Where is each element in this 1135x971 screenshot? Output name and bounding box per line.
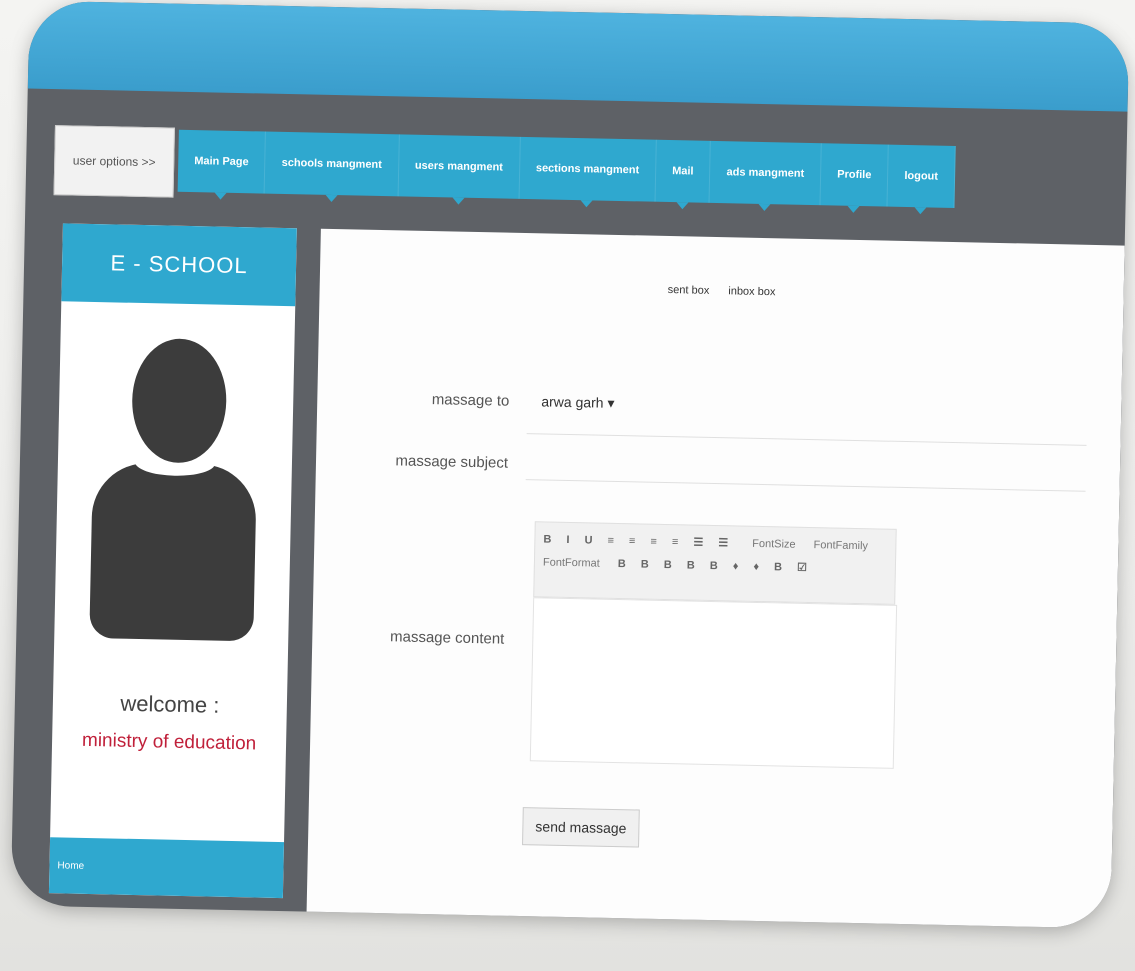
font-family-select[interactable]: FontFamily [813,539,868,552]
message-content-editor[interactable] [529,597,898,769]
send-message-button[interactable]: send massage [522,807,640,848]
recipient-select[interactable]: arwa garh ▾ [541,393,614,412]
font-size-select[interactable]: FontSize [752,537,796,550]
nav-main-page[interactable]: Main Page [177,129,267,194]
divider [526,433,1087,446]
insert-buttons[interactable]: B B B B B ♦ ♦ B ☑ [618,557,813,574]
welcome-text: welcome : [120,690,220,718]
tab-inbox-box[interactable]: inbox box [728,285,775,298]
message-subject-label: massage subject [395,452,509,472]
app-screen: user options >> Main Page schools mangme… [10,0,1130,929]
sidebar-footer-link[interactable]: Home [48,837,285,899]
tab-sent-box[interactable]: sent box [668,284,710,297]
format-buttons[interactable]: B I U ≡ ≡ ≡ ≡ ☰ ☰ [543,532,734,549]
user-options-button[interactable]: user options >> [53,125,175,198]
nav-profile[interactable]: Profile [820,143,890,207]
mail-tabs: sent box inbox box [660,284,784,299]
font-format-select[interactable]: FontFormat [543,556,600,569]
message-content-label: massage content [389,628,505,648]
subject-input[interactable] [525,479,1086,492]
sidebar: E - SCHOOL welcome : ministry of educati… [48,223,297,899]
avatar-head [127,334,231,467]
nav-mail[interactable]: Mail [655,139,712,203]
site-title: E - SCHOOL [61,223,297,307]
nav-schools-management[interactable]: schools mangment [265,131,400,197]
main-nav: Main Page schools mangment users mangmen… [177,129,956,208]
avatar-body [89,462,257,642]
nav-logout[interactable]: logout [887,144,956,208]
nav-ads-management[interactable]: ads mangment [709,140,822,206]
editor-toolbar: B I U ≡ ≡ ≡ ≡ ☰ ☰ FontSize FontFamily Fo… [533,521,897,605]
message-to-label: massage to [431,391,510,410]
nav-users-management[interactable]: users mangment [398,134,521,199]
main-panel: sent box inbox box massage to arwa garh … [306,228,1125,929]
user-avatar-icon [71,322,278,646]
nav-sections-management[interactable]: sections mangment [519,136,657,202]
user-name: ministry of education [81,729,257,755]
